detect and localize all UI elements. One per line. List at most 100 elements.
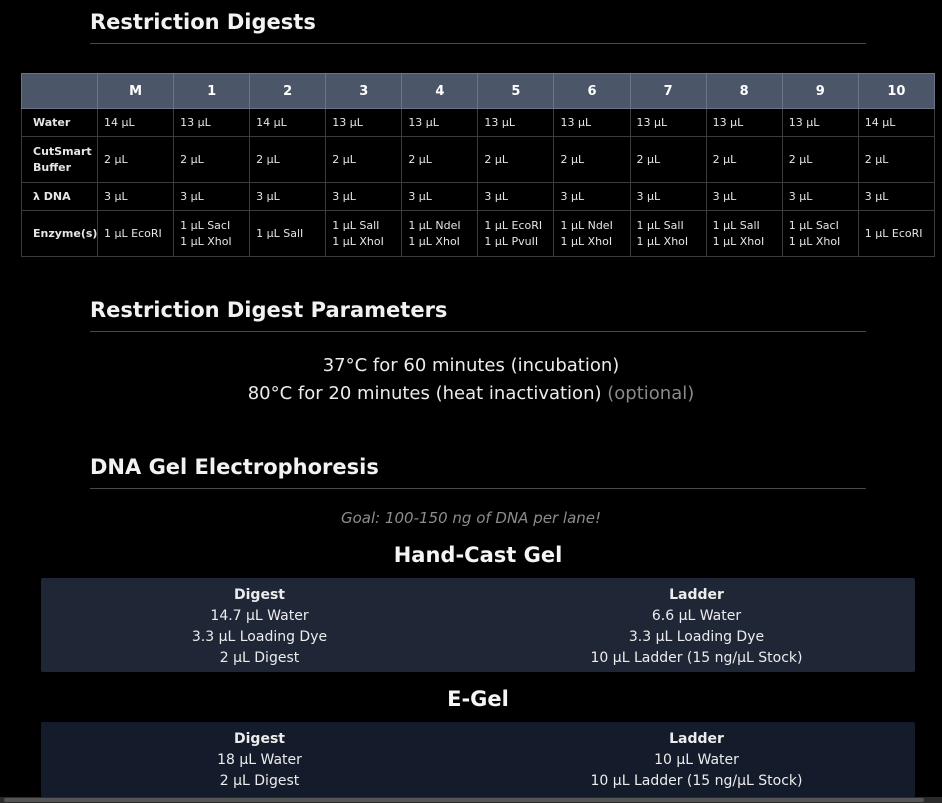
digest-line: 3.3 µL Loading Dye — [191, 629, 328, 645]
ladder-line: 10 µL Ladder (15 ng/µL Stock) — [590, 650, 803, 666]
table-cell: 3 µL — [553, 182, 631, 211]
table-cell: 2 µL — [553, 136, 631, 183]
table-cell: 2 µL — [96, 136, 175, 183]
header-cell: 1 — [173, 73, 251, 109]
header-cell: 6 — [553, 73, 631, 109]
table-cell: 3 µL — [249, 182, 327, 211]
table-cell: 13 µL — [401, 108, 479, 137]
incubation-line: 37°C for 60 minutes (incubation) — [322, 355, 620, 376]
table-row: CutSmart Buffer 2 µL 2 µL 2 µL 2 µL 2 µL 2 µL 2… — [21, 136, 936, 183]
optional-note: (optional) — [607, 383, 695, 404]
enzyme-line: 1 µL SacI — [788, 218, 839, 232]
row-label: CutSmart Buffer — [21, 136, 98, 183]
header-cell — [21, 73, 98, 109]
table-cell: 13 µL — [477, 108, 555, 137]
hand-cast-gel-box: Digest 14.7 µL Water 3.3 µL Loading Dye … — [41, 578, 915, 672]
table-cell: 2 µL — [477, 136, 555, 183]
e-gel-title: E-Gel — [447, 687, 509, 711]
restriction-digests-title: Restriction Digests — [90, 10, 866, 44]
hand-cast-digest-column: Digest 14.7 µL Water 3.3 µL Loading Dye … — [41, 578, 478, 672]
table-cell: 2 µL — [705, 136, 783, 183]
digest-table: M 1 2 3 4 5 6 7 8 9 10 Water 14 µL 13 µL 14… — [21, 73, 936, 257]
row-label: Enzyme(s) — [21, 210, 98, 257]
header-cell: 3 — [325, 73, 403, 109]
table-row: λ DNA 3 µL 3 µL 3 µL 3 µL 3 µL 3 µL 3 µL 3 µL 3 µ… — [21, 182, 936, 211]
gel-electrophoresis-title: DNA Gel Electrophoresis — [90, 455, 866, 489]
table-cell: 3 µL — [173, 182, 251, 211]
table-cell: 14 µL — [857, 108, 936, 137]
goal-note: Goal: 100-150 ng of DNA per lane! — [340, 509, 602, 527]
enzyme-line: 1 µL SalI — [332, 218, 380, 232]
enzyme-line: 1 µL NdeI — [560, 218, 613, 232]
horizontal-scrollbar[interactable] — [0, 797, 942, 803]
row-label: Water — [21, 108, 98, 137]
enzyme-line: 1 µL SalI — [256, 226, 304, 240]
enzyme-line: 1 µL EcoRI — [484, 218, 543, 232]
table-cell: 3 µL — [781, 182, 859, 211]
table-cell: 13 µL — [781, 108, 859, 137]
digest-table-header: M 1 2 3 4 5 6 7 8 9 10 — [21, 73, 936, 109]
enzyme-line: 1 µL SalI — [712, 218, 760, 232]
ladder-line: 10 µL Water — [654, 752, 739, 768]
header-cell: 5 — [477, 73, 555, 109]
header-cell: 10 — [857, 73, 936, 109]
header-cell: 7 — [629, 73, 707, 109]
hand-cast-gel-title: Hand-Cast Gel — [393, 543, 563, 567]
enzyme-line: 1 µL XhoI — [180, 234, 232, 248]
table-cell: 2 µL — [325, 136, 403, 183]
digest-heading: Digest — [234, 587, 285, 603]
table-cell: 3 µL — [477, 182, 555, 211]
scrollbar-thumb[interactable] — [4, 798, 924, 802]
table-cell: 2 µL — [401, 136, 479, 183]
inactivation-line: 80°C for 20 minutes (heat inactivation) … — [0, 380, 942, 408]
table-cell: 3 µL — [705, 182, 783, 211]
table-cell: 3 µL — [857, 182, 936, 211]
enzyme-line: 1 µL XhoI — [712, 234, 765, 248]
table-cell: 1 µL SacI 1 µL XhoI — [173, 210, 251, 257]
table-cell: 1 µL EcoRI 1 µL PvuII — [477, 210, 555, 257]
header-cell: 4 — [401, 73, 479, 109]
e-gel-ladder-column: Ladder 10 µL Water 10 µL Ladder (15 ng/µ… — [478, 722, 915, 797]
enzyme-line: 1 µL XhoI — [408, 234, 460, 248]
ladder-line: 3.3 µL Loading Dye — [628, 629, 765, 645]
table-cell: 2 µL — [857, 136, 936, 183]
table-cell: 2 µL — [249, 136, 327, 183]
table-row: Enzyme(s) 1 µL EcoRI 1 µL SacI 1 µL XhoI 1 µ… — [21, 210, 936, 257]
ladder-heading: Ladder — [669, 731, 724, 747]
table-row: Water 14 µL 13 µL 14 µL 13 µL 13 µL 13 µL 13 µL… — [21, 108, 936, 137]
table-cell: 13 µL — [173, 108, 251, 137]
enzyme-line: 1 µL EcoRI — [864, 226, 923, 240]
table-cell: 13 µL — [705, 108, 783, 137]
ladder-line: 10 µL Ladder (15 ng/µL Stock) — [590, 773, 803, 789]
enzyme-line: 1 µL SalI — [636, 218, 684, 232]
enzyme-line: 1 µL XhoI — [636, 234, 689, 248]
table-cell: 13 µL — [325, 108, 403, 137]
digest-line: 14.7 µL Water — [210, 608, 309, 624]
e-gel-box: Digest 18 µL Water 2 µL Digest Ladder 10… — [41, 722, 915, 797]
digest-parameters-title: Restriction Digest Parameters — [90, 298, 866, 332]
header-cell: 2 — [249, 73, 327, 109]
table-cell: 1 µL EcoRI — [857, 210, 936, 257]
table-cell: 2 µL — [173, 136, 251, 183]
table-cell: 14 µL — [96, 108, 175, 137]
table-cell: 3 µL — [325, 182, 403, 211]
enzyme-line: 1 µL XhoI — [560, 234, 613, 248]
table-cell: 13 µL — [629, 108, 707, 137]
table-cell: 1 µL SalI 1 µL XhoI — [325, 210, 403, 257]
table-cell: 1 µL EcoRI — [96, 210, 175, 257]
table-cell: 2 µL — [629, 136, 707, 183]
table-cell: 3 µL — [629, 182, 707, 211]
table-cell: 3 µL — [401, 182, 479, 211]
hand-cast-ladder-column: Ladder 6.6 µL Water 3.3 µL Loading Dye 1… — [478, 578, 915, 672]
table-cell: 1 µL SalI 1 µL XhoI — [629, 210, 707, 257]
table-cell: 13 µL — [553, 108, 631, 137]
header-cell: M — [96, 73, 175, 109]
table-cell: 3 µL — [96, 182, 175, 211]
enzyme-line: 1 µL XhoI — [332, 234, 384, 248]
digest-line: 2 µL Digest — [219, 773, 300, 789]
table-cell: 1 µL NdeI 1 µL XhoI — [553, 210, 631, 257]
table-cell: 14 µL — [249, 108, 327, 137]
enzyme-line: 1 µL PvuII — [484, 234, 539, 248]
ladder-heading: Ladder — [669, 587, 724, 603]
table-cell: 1 µL SalI 1 µL XhoI — [705, 210, 783, 257]
